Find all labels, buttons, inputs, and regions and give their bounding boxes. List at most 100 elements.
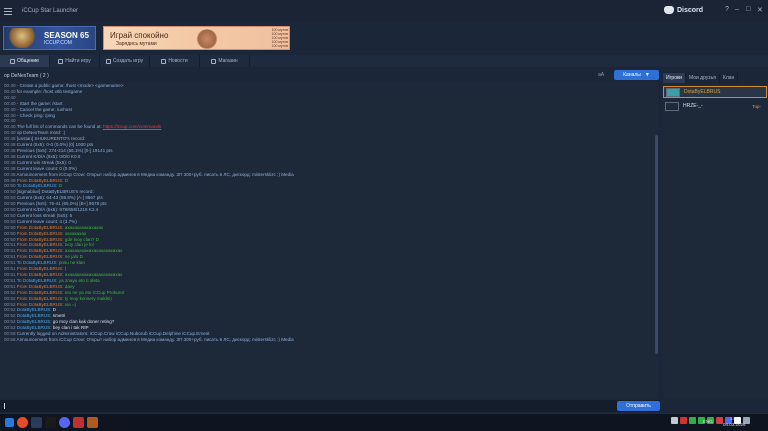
chat-text: Current leave count: 0 (0.0%)	[16, 165, 77, 171]
menu-icon[interactable]	[4, 5, 16, 17]
tab-news[interactable]: Новости	[150, 55, 200, 67]
game-taskbar-icon[interactable]	[87, 417, 98, 428]
chat-text: [sigmablue] DotaByELBRUS's record:	[16, 189, 94, 195]
chat-text: op DeNexTeam motd: :)	[16, 130, 66, 136]
commands-link[interactable]: https://iccup.com/commands	[103, 124, 161, 129]
app-taskbar-icon[interactable]	[73, 417, 84, 428]
chat-text: Previous (5x5): 76-41 (65.0%) [B+] 9578 …	[16, 201, 107, 207]
chat-text: DotaByELBRUS:	[16, 325, 52, 331]
chat-text: for example: /host x6b testgame	[16, 88, 83, 94]
tray-app-icon[interactable]	[716, 417, 723, 424]
chat-text: Current leave count: 4 (3.7%)	[16, 218, 77, 224]
title-bar: iCCup Star Launcher	[0, 0, 768, 22]
discord-taskbar-icon[interactable]	[59, 417, 70, 428]
chat-text: To DotaByELBRUS:	[16, 183, 58, 189]
tray-arrow-icon[interactable]	[671, 417, 678, 424]
player-row[interactable]: DotaByELBRUS	[663, 86, 767, 98]
message-input[interactable]	[0, 400, 660, 412]
chat-timestamp: 00:48	[4, 165, 16, 171]
send-button[interactable]: Отправить	[617, 401, 660, 411]
chat-timestamp: 00:51	[4, 283, 16, 289]
discord-button[interactable]: Discord	[664, 6, 703, 14]
channel-bar: op DeNexTeam ( 2 ) aA Каналы ▼	[0, 70, 660, 81]
player-flag-icon	[665, 101, 679, 111]
chat-timestamp: 00:52	[4, 313, 16, 319]
player-name: DotaByELBRUS	[684, 89, 721, 95]
chat-timestamp: 00:50	[4, 195, 16, 201]
tab-players[interactable]: Игроки	[663, 73, 686, 83]
chat-text: From DotaByELBRUS:	[16, 230, 64, 236]
tray-app-icon[interactable]	[680, 417, 687, 424]
chat-timestamp: 00:48	[4, 136, 16, 142]
season-character-image	[7, 28, 37, 48]
chat-text: Announcement from iCCup Crow: Открыт наб…	[16, 171, 294, 177]
chat-timestamp: 00:51	[4, 248, 16, 254]
chat-text: Current (5x5): 0-0 (0.0%) [0] 1000 pts	[16, 142, 94, 148]
chat-timestamp: 00:50	[4, 201, 16, 207]
chat-text: Previous (5x5): 274-214 (56.1%) [0-] 191…	[16, 147, 113, 153]
chat-text: From DotaByELBRUS:	[16, 177, 64, 183]
chrome-icon[interactable]	[17, 417, 28, 428]
chat-timestamp: 00:48	[4, 147, 16, 153]
close-button[interactable]: ✕	[757, 6, 763, 14]
chat-timestamp: 00:40	[4, 94, 16, 100]
ad-list: 100 мутов 100 мутов 100 мутов 100 мутов …	[252, 28, 288, 48]
chat-text: Current K/D/A (5x5): 978/656/1218 K2.4	[16, 207, 99, 213]
chat-message: ахахахахахахахахахахахах	[64, 272, 123, 277]
maximize-button[interactable]: □	[746, 6, 750, 13]
chat-timestamp: 00:40	[4, 88, 16, 94]
chat-text: Current win streak (5x5): 0	[16, 159, 71, 165]
chat-timestamp: 00:52	[4, 319, 16, 325]
tab-create-game[interactable]: Создать игру	[100, 55, 150, 67]
player-row[interactable]: HRZE-_- Top-	[663, 100, 767, 112]
help-icon[interactable]: ?	[725, 6, 729, 13]
chat-message: posu ne klan	[58, 260, 85, 266]
chat-timestamp: 00:40	[4, 124, 16, 130]
language-indicator[interactable]: ENG	[703, 419, 713, 424]
chat-timestamp: 00:40	[4, 100, 16, 106]
tab-chat[interactable]: Общение	[0, 55, 50, 67]
chat-timestamp: 00:40	[4, 118, 16, 124]
season-subtitle: ICCUP.COM	[44, 39, 72, 46]
news-icon	[161, 58, 167, 64]
chat-timestamp: 00:51	[4, 266, 16, 272]
chat-timestamp: 00:51	[4, 277, 16, 283]
channels-button[interactable]: Каналы ▼	[614, 70, 659, 80]
tab-clan[interactable]: Клан	[720, 73, 739, 83]
chat-timestamp: 00:50	[4, 236, 16, 242]
minimize-button[interactable]: –	[735, 6, 739, 13]
chat-timestamp: 00:40	[4, 83, 16, 88]
chat-timestamp: 00:48	[4, 153, 16, 159]
chat-text: [unstan] SHUKURENTO's record:	[16, 136, 86, 142]
chat-timestamp: 00:40	[4, 112, 16, 118]
chat-timestamp: 00:48	[4, 171, 16, 177]
font-size-control[interactable]: aA	[598, 72, 604, 78]
tab-shop[interactable]: Магазин	[200, 55, 250, 67]
season-banner[interactable]: SEASON 65 ICCUP.COM	[3, 26, 96, 50]
player-flag-icon	[666, 87, 680, 97]
chat-text: Current K/D/A (5x5): 0/0/0 K0.0	[16, 153, 81, 159]
player-panel-tabs: Игроки Мои друзья Клан	[663, 73, 768, 83]
channels-button-label: Каналы	[623, 72, 641, 78]
tab-label: Найти игру	[65, 58, 91, 64]
chat-timestamp: 00:50	[4, 224, 16, 230]
chat-text: Announcement from iCCup Crow: Открыт наб…	[16, 336, 294, 342]
chat-text: From DotaByELBRUS:	[16, 224, 64, 230]
chat-text: Currently logged on Administrators: iCCu…	[16, 331, 210, 337]
chat-timestamp: 00:52	[4, 307, 16, 313]
chat-timestamp: 00:50	[4, 218, 16, 224]
chat-scrollbar[interactable]	[655, 135, 658, 354]
clock[interactable]: 1:05 04.03.2026	[723, 416, 746, 428]
launcher-icon[interactable]	[31, 417, 42, 428]
steam-icon[interactable]	[45, 417, 56, 428]
chat-message: gde tvoy clan? D	[64, 236, 99, 242]
chat-text: From DotaByELBRUS:	[16, 242, 64, 248]
windows-start-icon[interactable]	[5, 418, 14, 427]
tray-app-icon[interactable]	[689, 417, 696, 424]
chat-text: DotaByELBRUS:	[16, 313, 52, 319]
tab-friends[interactable]: Мои друзья	[686, 73, 720, 83]
chat-log[interactable]: 00:40 - Create a public game: /host <mod…	[0, 82, 658, 399]
chat-message: D	[58, 183, 63, 189]
tab-find-game[interactable]: Найти игру	[50, 55, 100, 67]
ad-banner[interactable]: Играй спокойно Зарядись мутами 100 мутов…	[103, 26, 290, 50]
